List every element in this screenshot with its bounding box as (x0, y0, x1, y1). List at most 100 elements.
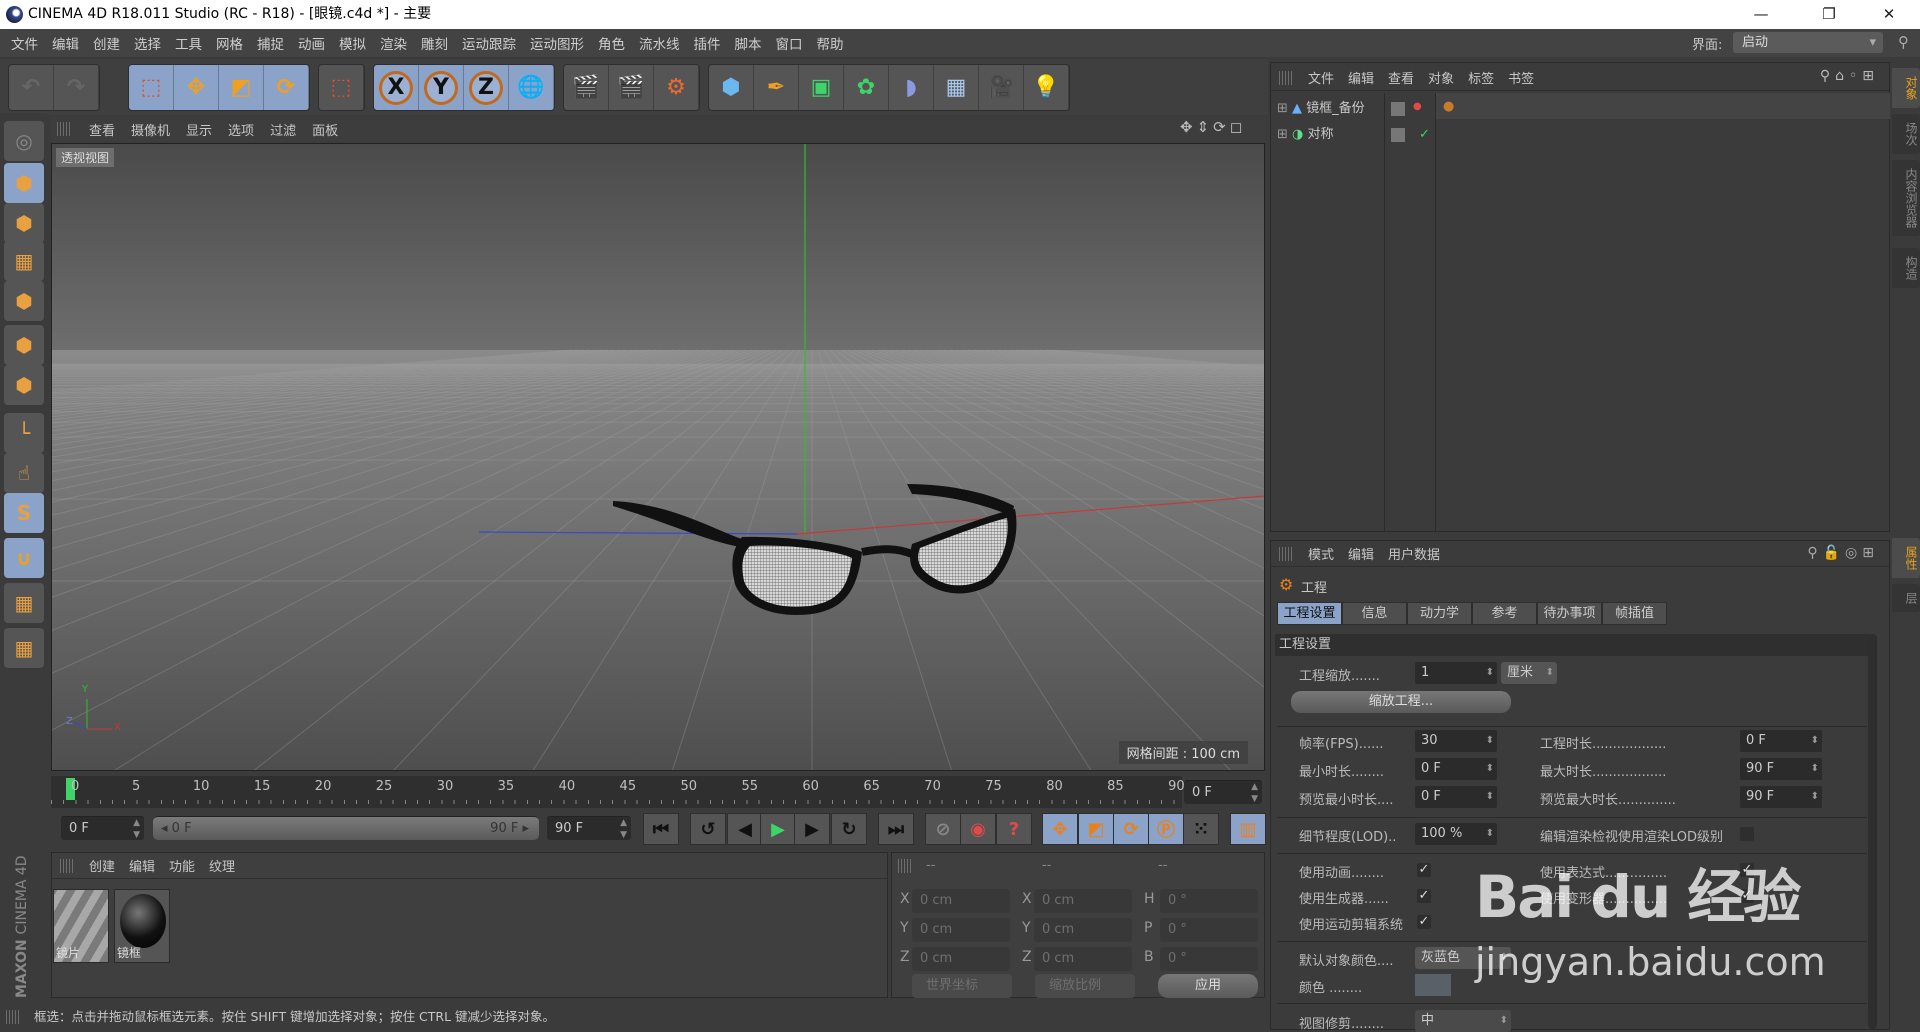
apply-button[interactable]: 应用 (1158, 974, 1258, 998)
menu-item[interactable]: 编辑 (45, 33, 86, 53)
right-tab[interactable]: 内容浏览器 (1892, 160, 1920, 236)
pen-button[interactable]: ✒ (754, 65, 799, 110)
axis-mode-button[interactable]: └ (4, 413, 44, 453)
menu-item[interactable]: 选项 (220, 120, 262, 139)
previous-frame-button[interactable]: ◀ (727, 813, 763, 845)
right-tab[interactable]: 构造 (1892, 248, 1920, 288)
attribute-tab[interactable]: 帧插值 (1602, 602, 1667, 625)
object-manager-tools[interactable]: ⚲⌂◦⊞ (1820, 68, 1879, 84)
key-rotation-button[interactable]: ⟳ (1113, 813, 1149, 845)
play-button[interactable]: ▶ (760, 813, 796, 845)
attribute-tab[interactable]: 工程设置 (1277, 602, 1342, 625)
previous-key-button[interactable]: ↺ (690, 813, 726, 845)
menu-item[interactable]: 脚本 (728, 33, 769, 53)
timeline-button[interactable]: ▥ (1230, 813, 1266, 845)
render-to-picture-viewer-button[interactable]: 🎬 (609, 65, 654, 110)
menu-item[interactable]: 摄像机 (123, 120, 178, 139)
lod-field[interactable]: 100 % (1415, 823, 1497, 845)
material-lens[interactable]: 镜片 (53, 889, 109, 963)
preview-max-field[interactable]: 90 F (1740, 786, 1822, 808)
material-frame[interactable]: 镜框 (114, 889, 170, 963)
workplane-button[interactable]: ▦ (4, 241, 44, 281)
use-animation-checkbox[interactable]: ✓ (1417, 863, 1431, 877)
project-time-field[interactable]: 0 F (1740, 730, 1822, 752)
menu-item[interactable]: 捕捉 (250, 33, 291, 53)
coord-field[interactable]: 0 cm (1034, 947, 1132, 971)
menu-item[interactable]: 工具 (168, 33, 209, 53)
coord-field[interactable]: 0 cm (912, 918, 1010, 942)
subdivision-surface-button[interactable]: ▣ (799, 65, 844, 110)
record-button[interactable]: ◉ (960, 813, 996, 845)
coord-field[interactable]: 0 cm (912, 889, 1010, 913)
restore-button[interactable]: ❐ (1806, 0, 1852, 29)
magnet-button[interactable]: ∪ (4, 538, 44, 578)
menu-item[interactable]: 插件 (687, 33, 728, 53)
object-row[interactable]: ⊞ ▲ 镜框_备份 ● ● (1277, 97, 1881, 121)
camera-button[interactable]: 🎥 (979, 65, 1024, 110)
menu-item[interactable]: 创建 (86, 33, 127, 53)
coordinate-system-button[interactable]: 🌐 (509, 65, 554, 110)
use-generators-checkbox[interactable]: ✓ (1417, 889, 1431, 903)
menu-item[interactable]: 文件 (4, 33, 45, 53)
redo-button[interactable]: ↷ (54, 65, 99, 110)
menu-item[interactable]: 模式 (1301, 544, 1341, 563)
menu-item[interactable]: 运动跟踪 (455, 33, 523, 53)
right-tab[interactable]: 场次 (1892, 114, 1920, 154)
menu-item[interactable]: 显示 (178, 120, 220, 139)
autokey-off-button[interactable]: ⊘ (925, 813, 961, 845)
menu-item[interactable]: 编辑 (1341, 544, 1381, 563)
autokey-button[interactable]: ? (996, 813, 1032, 845)
max-time-field[interactable]: 90 F (1740, 758, 1822, 780)
key-position-button[interactable]: ✥ (1042, 813, 1078, 845)
menu-item[interactable]: 面板 (304, 120, 346, 139)
scale-button[interactable]: ◩ (219, 65, 264, 110)
coord-field[interactable]: 0 cm (912, 947, 1010, 971)
menu-item[interactable]: 纹理 (202, 856, 242, 875)
attribute-tab[interactable]: 信息 (1342, 602, 1407, 625)
menu-item[interactable]: 编辑 (1341, 68, 1381, 87)
bend-deformer-button[interactable]: ◗ (889, 65, 934, 110)
tweak-mode-button[interactable]: ☝ (4, 453, 44, 493)
model-mode-button[interactable]: ⬢ (4, 163, 44, 203)
color-swatch[interactable] (1415, 974, 1451, 996)
right-tab[interactable]: 属性 (1892, 538, 1920, 578)
close-button[interactable]: ✕ (1866, 0, 1912, 29)
menu-item[interactable]: 过滤 (262, 120, 304, 139)
next-frame-button[interactable]: ▶ (794, 813, 830, 845)
scrollbar[interactable] (1868, 634, 1877, 1029)
make-editable-button[interactable]: ◎ (4, 121, 44, 161)
points-mode-button[interactable]: ⬢ (4, 281, 44, 321)
frame-range-slider[interactable]: ◂ 0 F 90 F ▸ (153, 816, 539, 840)
menu-item[interactable]: 流水线 (632, 33, 687, 53)
menu-item[interactable]: 帮助 (810, 33, 851, 53)
use-expressions-checkbox[interactable]: ✓ (1740, 863, 1754, 877)
menu-item[interactable]: 功能 (162, 856, 202, 875)
current-frame-field[interactable]: 0 F ▲ ▼ (1184, 780, 1262, 804)
scale-project-button[interactable]: 缩放工程... (1291, 691, 1511, 713)
next-key-button[interactable]: ↻ (831, 813, 867, 845)
z-axis-lock-button[interactable]: Z (464, 65, 509, 110)
use-deformers-checkbox[interactable]: ✓ (1740, 889, 1754, 903)
right-tab[interactable]: 层 (1892, 584, 1920, 612)
key-point-level-button[interactable]: ⁙ (1183, 813, 1219, 845)
texture-mode-button[interactable]: ⬢ (4, 203, 44, 243)
lock-workplane-button[interactable]: ▦ (4, 583, 44, 623)
menu-item[interactable]: 查看 (1381, 68, 1421, 87)
key-parameter-button[interactable]: Ⓟ (1148, 813, 1184, 845)
search-icon[interactable]: ⚲ (1898, 33, 1909, 51)
start-frame-field[interactable]: 0 F ▲ ▼ (61, 816, 144, 840)
live-selection-button[interactable]: ⬚ (129, 65, 174, 110)
go-to-end-button[interactable]: ⏭ (878, 813, 914, 845)
end-frame-field[interactable]: 90 F ▲ ▼ (547, 816, 631, 840)
render-lod-checkbox[interactable] (1740, 827, 1754, 841)
key-scale-button[interactable]: ◩ (1078, 813, 1114, 845)
minimize-button[interactable]: — (1738, 0, 1784, 29)
attribute-tab[interactable]: 动力学 (1407, 602, 1472, 625)
use-motion-checkbox[interactable]: ✓ (1417, 915, 1431, 929)
timeline-ruler[interactable]: 0 5 10 15 20 25 30 35 40 45 50 55 60 65 70 75 80 85 90 (51, 776, 1185, 808)
go-to-start-button[interactable]: ⏮ (643, 813, 679, 845)
polygons-mode-button[interactable]: ⬢ (4, 365, 44, 405)
light-button[interactable]: 💡 (1024, 65, 1069, 110)
rotate-button[interactable]: ⟳ (264, 65, 309, 110)
render-settings-button[interactable]: ⚙ (654, 65, 699, 110)
